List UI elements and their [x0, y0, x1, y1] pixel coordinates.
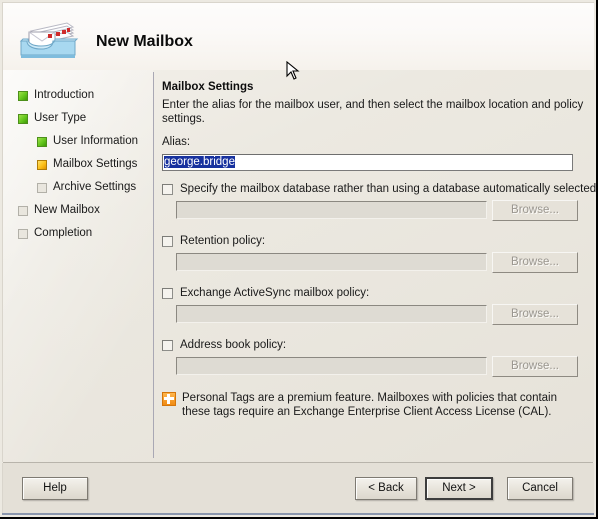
retention-policy-option[interactable]: Retention policy: — [162, 235, 584, 248]
sidebar-item-user-type[interactable]: User Type — [18, 107, 148, 130]
option-label: Address book policy: — [180, 338, 287, 351]
new-mailbox-wizard-window: New Mailbox Introduction User Type User … — [0, 0, 598, 519]
activesync-policy-row: Browse... — [176, 303, 584, 325]
checkbox-unchecked-icon[interactable] — [162, 235, 173, 247]
sidebar-item-label: New Mailbox — [34, 204, 100, 216]
activesync-policy-browse-button[interactable]: Browse... — [492, 303, 578, 325]
premium-feature-icon — [162, 391, 176, 406]
retention-policy-input[interactable] — [176, 253, 487, 271]
step-status-icon-done — [18, 113, 28, 124]
address-book-policy-option[interactable]: Address book policy: — [162, 339, 584, 352]
wizard-footer — [2, 463, 594, 515]
checkbox-unchecked-icon[interactable] — [162, 287, 173, 299]
sidebar-item-label: User Type — [34, 112, 87, 124]
retention-policy-browse-button[interactable]: Browse... — [492, 251, 578, 273]
address-book-policy-input[interactable] — [176, 357, 487, 375]
sidebar-item-user-information[interactable]: User Information — [18, 130, 148, 153]
sidebar-item-label: Mailbox Settings — [53, 158, 138, 170]
mailbox-settings-pane: Mailbox Settings Enter the alias for the… — [162, 80, 596, 419]
sidebar-item-mailbox-settings[interactable]: Mailbox Settings — [18, 153, 148, 176]
step-status-icon-pending — [18, 205, 28, 216]
help-button[interactable]: Help — [22, 477, 88, 500]
step-status-icon-done — [18, 90, 28, 101]
sidebar-item-new-mailbox[interactable]: New Mailbox — [18, 199, 148, 222]
mailbox-tray-icon — [15, 17, 83, 65]
pane-description: Enter the alias for the mailbox user, an… — [162, 99, 584, 125]
wizard-step-list: Introduction User Type User Information … — [18, 84, 148, 245]
retention-policy-row: Browse... — [176, 251, 584, 273]
sidebar-item-archive-settings[interactable]: Archive Settings — [18, 176, 148, 199]
cancel-button[interactable]: Cancel — [507, 477, 573, 500]
option-label: Exchange ActiveSync mailbox policy: — [180, 286, 370, 299]
mailbox-database-input[interactable] — [176, 201, 487, 219]
back-button[interactable]: < Back — [355, 477, 417, 500]
page-title: New Mailbox — [96, 33, 193, 50]
specify-mailbox-database-option[interactable]: Specify the mailbox database rather than… — [162, 183, 596, 196]
premium-feature-note: Personal Tags are a premium feature. Mai… — [162, 391, 584, 419]
premium-feature-note-text: Personal Tags are a premium feature. Mai… — [182, 391, 558, 418]
sidebar-item-completion[interactable]: Completion — [18, 222, 148, 245]
mailbox-database-browse-button[interactable]: Browse... — [492, 199, 578, 221]
pane-heading: Mailbox Settings — [162, 81, 254, 93]
step-status-icon-pending — [37, 182, 47, 193]
checkbox-unchecked-icon[interactable] — [162, 339, 173, 351]
next-button[interactable]: Next > — [425, 477, 493, 500]
alias-input[interactable] — [162, 153, 573, 171]
option-label: Retention policy: — [180, 234, 266, 247]
checkbox-unchecked-icon[interactable] — [162, 183, 173, 195]
sidebar-item-label: Archive Settings — [53, 181, 137, 193]
step-status-icon-done — [37, 136, 47, 147]
sidebar-item-label: User Information — [53, 135, 139, 147]
sidebar-item-introduction[interactable]: Introduction — [18, 84, 148, 107]
mailbox-database-row: Browse... — [176, 199, 584, 221]
address-book-policy-browse-button[interactable]: Browse... — [492, 355, 578, 377]
activesync-policy-option[interactable]: Exchange ActiveSync mailbox policy: — [162, 287, 584, 300]
window-bottom-edge — [2, 513, 594, 515]
activesync-policy-input[interactable] — [176, 305, 487, 323]
step-status-icon-pending — [18, 228, 28, 239]
sidebar-item-label: Introduction — [34, 89, 95, 101]
sidebar-item-label: Completion — [34, 227, 93, 239]
option-label: Specify the mailbox database rather than… — [180, 182, 598, 195]
address-book-policy-row: Browse... — [176, 355, 584, 377]
step-status-icon-current — [37, 159, 47, 170]
sidebar-divider — [153, 72, 154, 458]
wizard-header: New Mailbox — [2, 2, 594, 70]
alias-label: Alias: — [162, 136, 191, 148]
